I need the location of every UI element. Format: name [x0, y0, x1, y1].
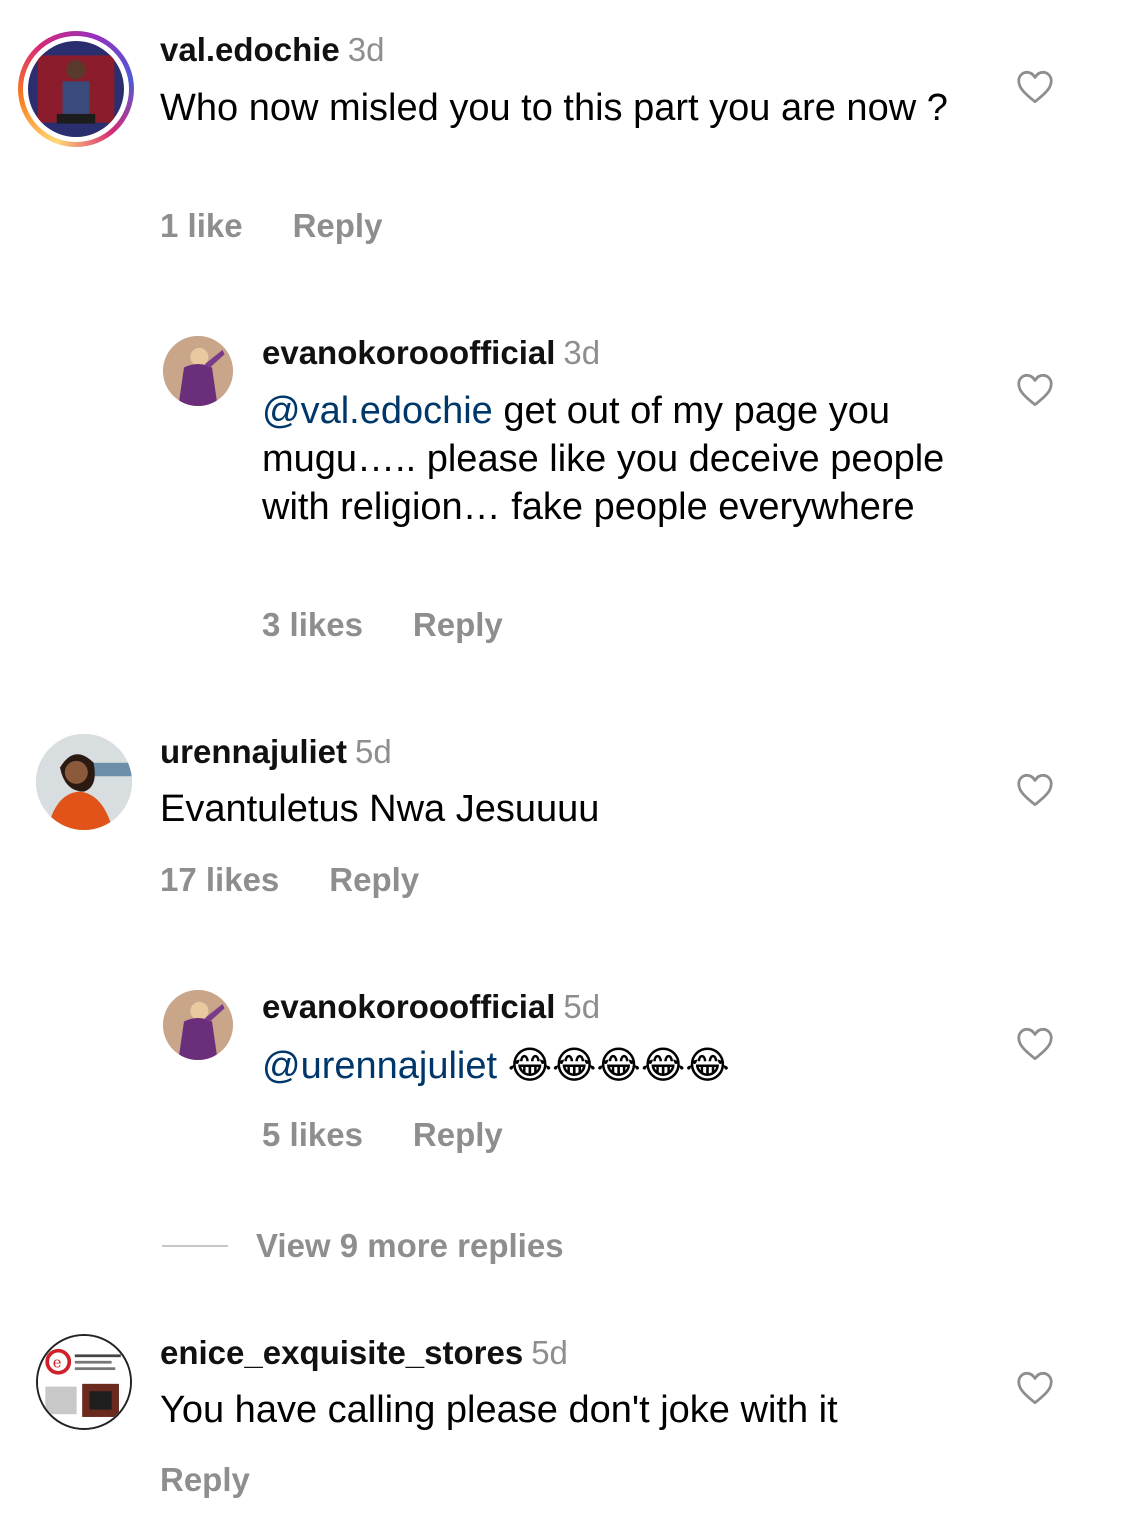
comment-meta: 1 like Reply	[160, 206, 382, 246]
avatar[interactable]	[36, 734, 132, 830]
timestamp: 3d	[563, 334, 601, 371]
reply-button[interactable]: Reply	[413, 1116, 503, 1153]
reply-button[interactable]: Reply	[413, 606, 503, 643]
view-more-replies-button[interactable]: View 9 more replies	[162, 1226, 564, 1266]
comment-text: @val.edochie get out of my page you mugu…	[262, 387, 952, 531]
username[interactable]: val.edochie	[160, 31, 340, 68]
username[interactable]: enice_exquisite_stores	[160, 1334, 523, 1371]
timestamp: 3d	[347, 31, 385, 68]
reply-button[interactable]: Reply	[329, 861, 419, 898]
view-more-label: View 9 more replies	[256, 1227, 564, 1264]
comment-meta: 3 likes Reply	[262, 605, 503, 645]
avatar[interactable]	[163, 336, 233, 406]
timestamp: 5d	[563, 988, 601, 1025]
username[interactable]: urennajuliet	[160, 733, 347, 770]
comment-header: enice_exquisite_stores 5d	[160, 1333, 568, 1373]
likes-count[interactable]: 3 likes	[262, 606, 363, 643]
heart-outline-icon[interactable]	[1016, 1371, 1054, 1405]
heart-outline-icon[interactable]	[1016, 373, 1054, 407]
avatar[interactable]: e	[36, 1334, 132, 1430]
mention-link[interactable]: @urennajuliet	[262, 1045, 497, 1087]
likes-count[interactable]: 17 likes	[160, 861, 279, 898]
comment-meta: 5 likes Reply	[262, 1115, 503, 1155]
likes-count[interactable]: 5 likes	[262, 1116, 363, 1153]
avatar-story-ring[interactable]	[18, 31, 134, 147]
comment-header: evanokorooofficial 3d	[262, 333, 600, 373]
mention-link[interactable]: @val.edochie	[262, 390, 493, 432]
divider-line	[162, 1245, 228, 1248]
comment-body: 😂😂😂😂😂	[507, 1043, 730, 1087]
comment-meta: Reply	[160, 1460, 250, 1500]
username[interactable]: evanokorooofficial	[262, 334, 555, 371]
reply-button[interactable]: Reply	[160, 1461, 250, 1498]
comment-header: evanokorooofficial 5d	[262, 987, 600, 1027]
svg-text:e: e	[53, 1354, 62, 1371]
avatar	[28, 41, 124, 137]
comment-text: Evantuletus Nwa Jesuuuu	[160, 788, 600, 830]
heart-outline-icon[interactable]	[1016, 1027, 1054, 1061]
comment-meta: 17 likes Reply	[160, 860, 419, 900]
comment-text: You have calling please don't joke with …	[160, 1389, 838, 1431]
timestamp: 5d	[355, 733, 392, 770]
comment-header: val.edochie 3d	[160, 30, 384, 70]
comment-header: urennajuliet 5d	[160, 732, 392, 772]
avatar[interactable]	[163, 990, 233, 1060]
comment-text: Who now misled you to this part you are …	[160, 87, 948, 129]
heart-outline-icon[interactable]	[1016, 70, 1054, 104]
timestamp: 5d	[531, 1334, 568, 1371]
comment-text: @urennajuliet 😂😂😂😂😂	[262, 1041, 952, 1090]
likes-count[interactable]: 1 like	[160, 207, 243, 244]
heart-outline-icon[interactable]	[1016, 773, 1054, 807]
username[interactable]: evanokorooofficial	[262, 988, 555, 1025]
reply-button[interactable]: Reply	[293, 207, 383, 244]
